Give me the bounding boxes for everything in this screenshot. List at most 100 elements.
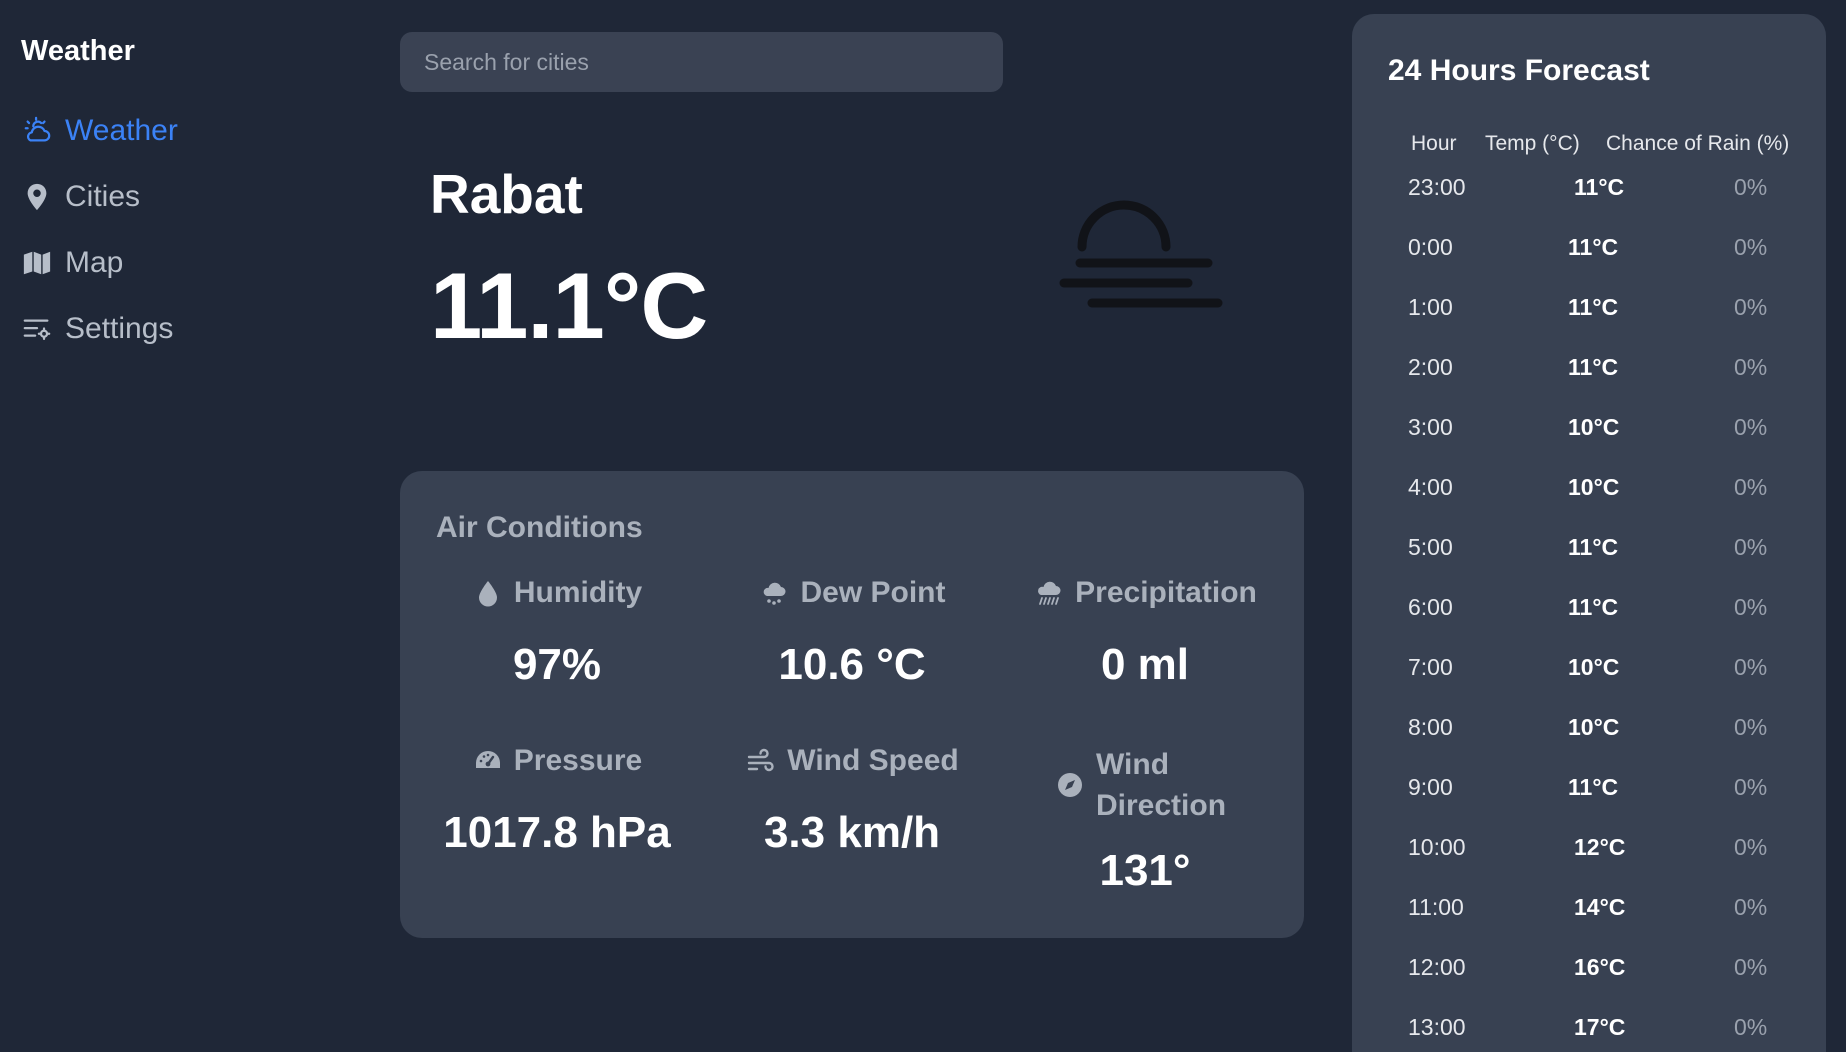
forecast-hour: 9:00 <box>1408 774 1453 800</box>
wind-icon <box>745 744 777 778</box>
humidity-value: 97% <box>512 640 602 689</box>
metric-label: Precipitation <box>1075 576 1257 609</box>
forecast-temp: 17°C <box>1574 1014 1626 1040</box>
air-conditions-title: Air Conditions <box>436 511 643 544</box>
table-row: 3:00 10°C 0% <box>1352 414 1826 454</box>
humidity-metric: Humidity 97% <box>412 576 702 690</box>
forecast-hour: 1:00 <box>1408 294 1453 320</box>
table-row: 10:00 12°C 0% <box>1352 834 1826 874</box>
forecast-temp: 11°C <box>1568 774 1619 800</box>
weather-app: Weather Weather Cities Map Settings Sear… <box>0 0 1846 1052</box>
forecast-temp: 11°C <box>1568 534 1619 560</box>
forecast-hour: 8:00 <box>1408 714 1453 740</box>
forecast-hour: 7:00 <box>1408 654 1453 680</box>
cloud-rain-icon <box>758 576 790 610</box>
table-row: 0:00 11°C 0% <box>1352 234 1826 274</box>
metric-label: Dew Point <box>800 576 946 609</box>
forecast-rain-chance: 0% <box>1734 594 1768 620</box>
forecast-temp: 11°C <box>1568 294 1619 320</box>
sidebar-item-weather[interactable]: Weather <box>21 98 178 164</box>
forecast-hour: 6:00 <box>1408 594 1453 620</box>
metric-label: Humidity <box>513 576 643 609</box>
wind-speed-metric: Wind Speed 3.3 km/h <box>707 744 997 858</box>
sidebar-item-settings[interactable]: Settings <box>21 296 178 362</box>
forecast-hour: 12:00 <box>1408 954 1466 980</box>
column-header-hour: Hour <box>1411 132 1457 155</box>
forecast-rain-chance: 0% <box>1734 174 1768 200</box>
forecast-hour: 2:00 <box>1408 354 1453 380</box>
forecast-temp: 11°C <box>1568 234 1619 260</box>
app-brand: Weather <box>21 35 135 67</box>
forecast-hour: 0:00 <box>1408 234 1453 260</box>
forecast-hour: 10:00 <box>1408 834 1466 860</box>
current-temperature: 11.1°C <box>430 253 708 358</box>
forecast-temp: 10°C <box>1568 474 1620 500</box>
weather-icon <box>21 115 53 147</box>
wind-speed-value: 3.3 km/h <box>763 808 941 857</box>
table-row: 9:00 11°C 0% <box>1352 774 1826 814</box>
precipitation-value: 0 ml <box>1100 640 1190 689</box>
sidebar-item-map[interactable]: Map <box>21 230 178 296</box>
forecast-hour: 23:00 <box>1408 174 1466 200</box>
forecast-temp: 10°C <box>1568 714 1620 740</box>
settings-icon <box>21 313 53 345</box>
table-row: 7:00 10°C 0% <box>1352 654 1826 694</box>
forecast-panel: 24 Hours Forecast Hour Temp (°C) Chance … <box>1352 14 1826 1052</box>
forecast-rain-chance: 0% <box>1734 834 1768 860</box>
compass-icon <box>1054 768 1086 802</box>
sidebar-nav: Weather Cities Map Settings <box>21 98 178 362</box>
pressure-value: 1017.8 hPa <box>443 808 671 857</box>
forecast-hour: 11:00 <box>1408 894 1464 920</box>
sidebar-item-cities[interactable]: Cities <box>21 164 178 230</box>
forecast-temp: 12°C <box>1574 834 1626 860</box>
forecast-temp: 10°C <box>1568 414 1620 440</box>
forecast-hour: 4:00 <box>1408 474 1453 500</box>
table-row: 6:00 11°C 0% <box>1352 594 1826 634</box>
forecast-rain-chance: 0% <box>1734 954 1768 980</box>
wind-direction-value: 131° <box>1099 846 1191 895</box>
forecast-temp: 14°C <box>1574 894 1626 920</box>
air-conditions-panel: Air Conditions Humidity 97% Dew Point 10… <box>400 471 1304 938</box>
map-icon <box>21 247 53 279</box>
droplet-icon <box>472 576 504 610</box>
search-input[interactable] <box>400 32 1003 92</box>
pressure-metric: Pressure 1017.8 hPa <box>412 744 702 858</box>
table-row: 5:00 11°C 0% <box>1352 534 1826 574</box>
sidebar-item-label: Weather <box>65 114 178 147</box>
table-row: 1:00 11°C 0% <box>1352 294 1826 334</box>
table-row: 2:00 11°C 0% <box>1352 354 1826 394</box>
forecast-temp: 11°C <box>1574 174 1625 200</box>
gauge-icon <box>472 744 504 778</box>
forecast-rain-chance: 0% <box>1734 294 1768 320</box>
table-row: 12:00 16°C 0% <box>1352 954 1826 994</box>
forecast-temp: 11°C <box>1568 354 1619 380</box>
map-pin-icon <box>21 181 53 213</box>
table-row: 13:00 17°C 0% <box>1352 1014 1826 1052</box>
sidebar-item-label: Map <box>65 246 124 279</box>
forecast-rain-chance: 0% <box>1734 714 1768 740</box>
precipitation-metric: Precipitation 0 ml <box>1000 576 1290 690</box>
forecast-temp: 16°C <box>1574 954 1626 980</box>
forecast-hour: 5:00 <box>1408 534 1453 560</box>
forecast-rain-chance: 0% <box>1734 1014 1768 1040</box>
forecast-rain-chance: 0% <box>1734 354 1768 380</box>
metric-label: Wind Direction <box>1096 748 1227 822</box>
city-name: Rabat <box>430 163 583 225</box>
fog-icon <box>1058 190 1224 320</box>
forecast-temp: 11°C <box>1568 594 1619 620</box>
metric-label: Wind Speed <box>787 744 959 777</box>
forecast-rain-chance: 0% <box>1734 654 1768 680</box>
sidebar-item-label: Cities <box>65 180 141 213</box>
forecast-rain-chance: 0% <box>1734 414 1768 440</box>
forecast-rain-chance: 0% <box>1734 534 1768 560</box>
cloud-showers-icon <box>1033 576 1065 610</box>
wind-direction-metric: Wind Direction 131° <box>1000 744 1290 896</box>
table-row: 8:00 10°C 0% <box>1352 714 1826 754</box>
column-header-rain: Chance of Rain (%) <box>1606 132 1790 155</box>
table-row: 23:00 11°C 0% <box>1352 174 1826 214</box>
table-row: 11:00 14°C 0% <box>1352 894 1826 934</box>
column-header-temp: Temp (°C) <box>1485 132 1580 155</box>
forecast-temp: 10°C <box>1568 654 1620 680</box>
dew-point-metric: Dew Point 10.6 °C <box>707 576 997 690</box>
forecast-rain-chance: 0% <box>1734 234 1768 260</box>
